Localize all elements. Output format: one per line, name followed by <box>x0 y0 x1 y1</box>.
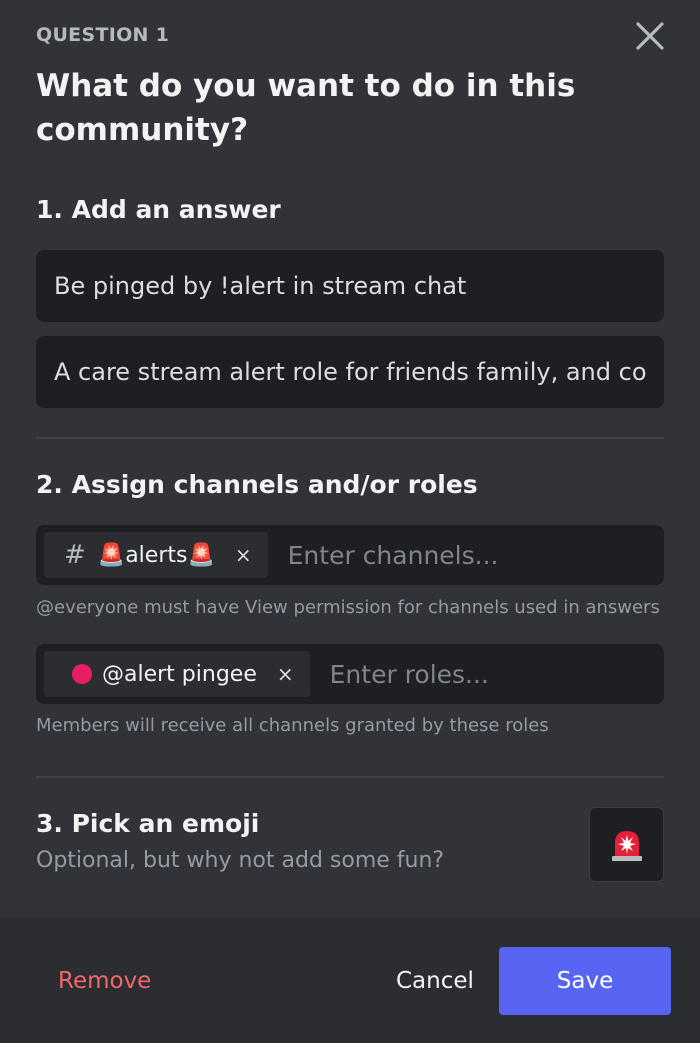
role-color-dot <box>72 664 92 684</box>
remove-role-icon[interactable]: × <box>277 662 294 686</box>
channels-hint: @everyone must have View permission for … <box>36 597 660 618</box>
channels-input-placeholder[interactable]: Enter channels... <box>288 541 499 570</box>
divider <box>36 776 664 778</box>
modal-footer: Remove Cancel Save <box>0 918 700 1043</box>
siren-emoji: 🚨 <box>187 542 215 568</box>
siren-emoji: 🚨 <box>97 542 126 568</box>
answer-input[interactable]: Be pinged by !alert in stream chat <box>36 250 664 322</box>
emoji-subtitle: Optional, but why not add some fun? <box>36 848 445 873</box>
channel-chip-alerts: # 🚨 alerts 🚨 × <box>44 532 268 578</box>
emoji-picker-button[interactable] <box>589 807 664 882</box>
channel-chip-name: alerts <box>125 542 188 568</box>
section-title-emoji: 3. Pick an emoji <box>36 809 260 838</box>
save-button[interactable]: Save <box>499 947 671 1015</box>
roles-picker[interactable]: @alert pingee × Enter roles... <box>36 644 664 704</box>
remove-channel-icon[interactable]: × <box>235 543 252 567</box>
siren-icon <box>611 830 642 861</box>
cancel-button[interactable]: Cancel <box>396 968 474 994</box>
role-chip-alert-pingee: @alert pingee × <box>44 651 310 697</box>
question-label: QUESTION 1 <box>36 24 170 46</box>
remove-button[interactable]: Remove <box>58 968 151 994</box>
answer-description-value: A care stream alert role for friends fam… <box>54 358 646 386</box>
role-chip-name: @alert pingee <box>102 661 257 687</box>
divider <box>36 437 664 439</box>
answer-description-input[interactable]: A care stream alert role for friends fam… <box>36 336 664 408</box>
section-title-answer: 1. Add an answer <box>36 195 281 224</box>
roles-hint: Members will receive all channels grante… <box>36 715 549 736</box>
roles-input-placeholder[interactable]: Enter roles... <box>330 660 489 689</box>
page-title: What do you want to do in this community… <box>36 68 576 148</box>
answer-input-value: Be pinged by !alert in stream chat <box>54 272 467 300</box>
section-title-assign: 2. Assign channels and/or roles <box>36 470 478 499</box>
channels-picker[interactable]: # 🚨 alerts 🚨 × Enter channels... <box>36 525 664 585</box>
question-modal: QUESTION 1 What do you want to do in thi… <box>0 0 700 918</box>
channel-hash-icon: # <box>64 540 86 570</box>
close-button[interactable] <box>630 16 670 56</box>
close-icon <box>636 22 664 50</box>
